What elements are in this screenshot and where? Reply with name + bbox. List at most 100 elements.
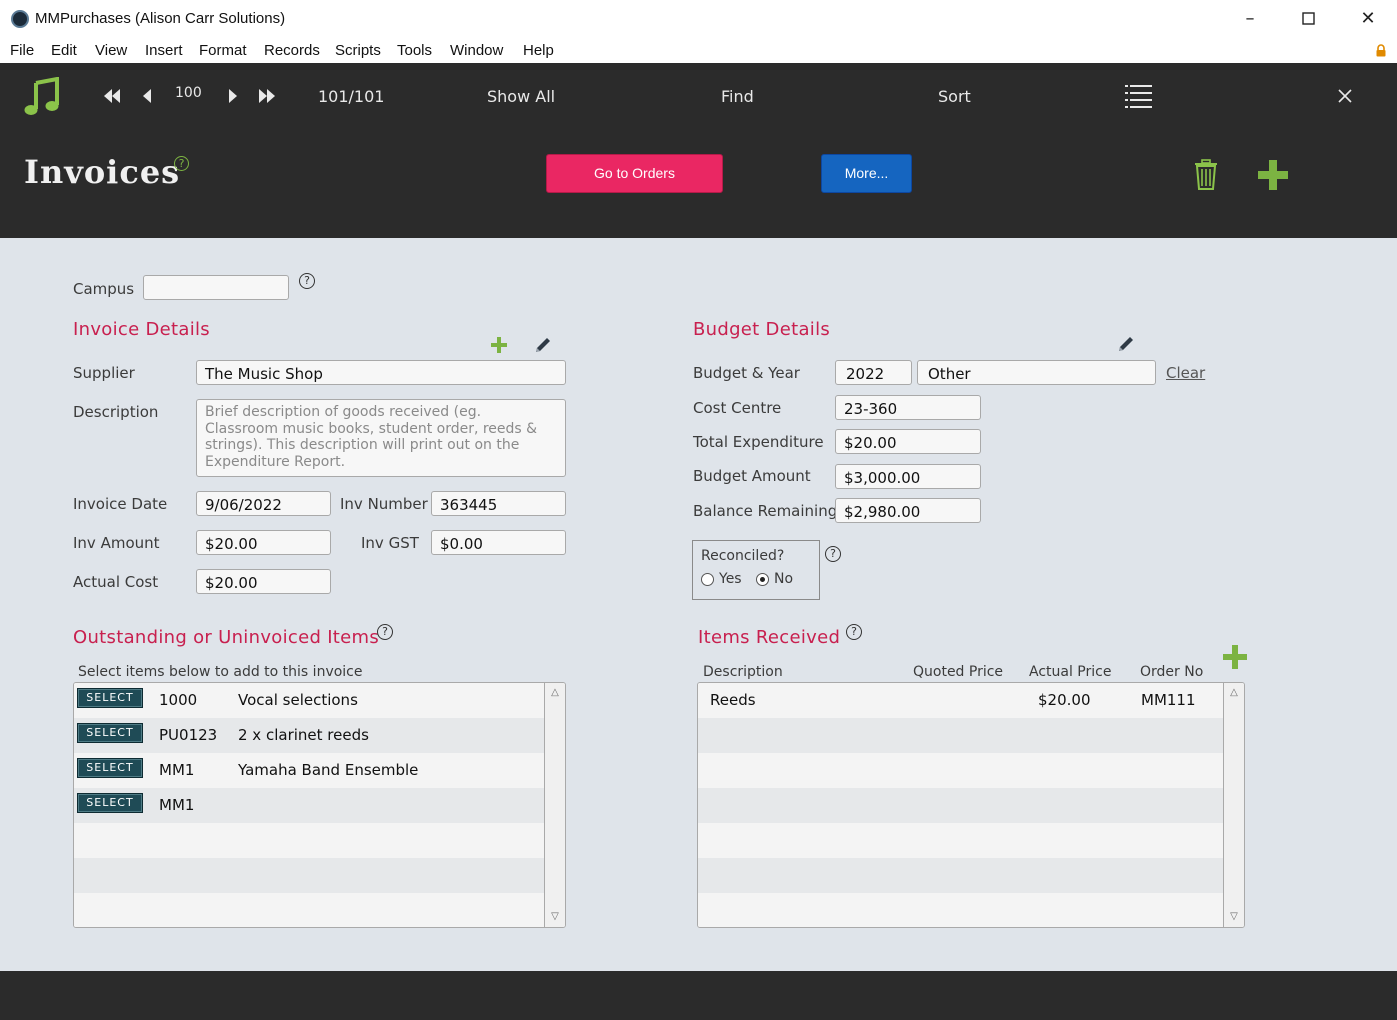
menu-tools[interactable]: Tools — [397, 42, 432, 59]
campus-field[interactable] — [143, 275, 289, 300]
inv-gst-label: Inv GST — [361, 534, 419, 552]
menu-edit[interactable]: Edit — [51, 42, 77, 59]
close-icon[interactable] — [1338, 89, 1352, 103]
empty-row — [698, 788, 1224, 823]
inv-amount-label: Inv Amount — [73, 534, 160, 552]
empty-row — [74, 823, 545, 858]
reconciled-label: Reconciled? — [701, 548, 785, 564]
column-header-order-no: Order No — [1140, 664, 1204, 680]
select-item-button[interactable]: SELECT — [77, 793, 143, 813]
scroll-up-icon[interactable]: △ — [1224, 683, 1244, 703]
item-code: MM1 — [159, 761, 195, 779]
list-item: SELECT MM1 — [74, 788, 545, 823]
empty-row — [698, 858, 1224, 893]
received-description: Reeds — [710, 691, 756, 709]
item-description: 2 x clarinet reeds — [238, 726, 369, 744]
previous-record-icon[interactable] — [142, 89, 152, 103]
reconciled-yes-radio[interactable] — [701, 573, 714, 586]
budget-name-field[interactable]: Other — [917, 360, 1156, 385]
maximize-icon[interactable] — [1294, 6, 1324, 32]
budget-amount-label: Budget Amount — [693, 467, 811, 485]
add-record-icon[interactable] — [1258, 160, 1288, 190]
menu-window[interactable]: Window — [450, 42, 503, 59]
reconciled-help-icon[interactable]: ? — [825, 546, 841, 562]
footer-bar — [0, 971, 1397, 1020]
balance-remaining-field[interactable]: $2,980.00 — [835, 498, 981, 523]
find-button[interactable]: Find — [721, 87, 754, 106]
menu-records[interactable]: Records — [264, 42, 320, 59]
outstanding-heading: Outstanding or Uninvoiced Items — [73, 627, 380, 648]
items-received-scrollbar[interactable]: △ ▽ — [1223, 683, 1244, 927]
page-title: Invoices — [24, 153, 181, 191]
select-item-button[interactable]: SELECT — [77, 688, 143, 708]
inv-amount-field[interactable]: $20.00 — [196, 530, 331, 555]
scroll-up-icon[interactable]: △ — [545, 683, 565, 703]
trash-icon[interactable] — [1194, 159, 1218, 190]
invoice-date-field[interactable]: 9/06/2022 — [196, 491, 331, 516]
item-description: Yamaha Band Ensemble — [238, 761, 419, 779]
supplier-field[interactable]: The Music Shop — [196, 360, 566, 385]
list-item: SELECT PU0123 2 x clarinet reeds — [74, 718, 545, 753]
cost-centre-field[interactable]: 23-360 — [835, 395, 981, 420]
items-received-help-icon[interactable]: ? — [846, 624, 862, 640]
menu-file[interactable]: File — [10, 42, 34, 59]
budget-details-heading: Budget Details — [693, 319, 831, 340]
add-supplier-icon[interactable] — [491, 337, 507, 353]
more-button[interactable]: More... — [821, 154, 912, 193]
empty-row — [698, 893, 1224, 927]
table-row[interactable]: Reeds $20.00 MM111 — [698, 683, 1224, 718]
menu-scripts[interactable]: Scripts — [335, 42, 381, 59]
description-label: Description — [73, 403, 159, 421]
title-help-icon[interactable]: ? — [174, 156, 189, 171]
menu-format[interactable]: Format — [199, 42, 247, 59]
outstanding-subheading: Select items below to add to this invoic… — [78, 664, 363, 680]
app-icon — [11, 10, 29, 28]
outstanding-help-icon[interactable]: ? — [377, 624, 393, 640]
outstanding-scrollbar[interactable]: △ ▽ — [544, 683, 565, 927]
list-item: SELECT 1000 Vocal selections — [74, 683, 545, 718]
actual-cost-field[interactable]: $20.00 — [196, 569, 331, 594]
minimize-icon[interactable]: – — [1235, 6, 1265, 32]
invoice-details-heading: Invoice Details — [73, 319, 210, 340]
record-number[interactable]: 100 — [175, 85, 202, 101]
scroll-down-icon[interactable]: ▽ — [545, 907, 565, 927]
budget-amount-field[interactable]: $3,000.00 — [835, 464, 981, 489]
next-record-icon[interactable] — [228, 89, 238, 103]
window-title: MMPurchases (Alison Carr Solutions) — [35, 10, 286, 27]
scroll-down-icon[interactable]: ▽ — [1224, 907, 1244, 927]
column-header-description: Description — [703, 664, 783, 680]
menu-view[interactable]: View — [95, 42, 127, 59]
toolbar: 100 101/101 Show All Find Sort — [0, 63, 1397, 126]
actual-cost-label: Actual Cost — [73, 573, 159, 591]
select-item-button[interactable]: SELECT — [77, 758, 143, 778]
menu-help[interactable]: Help — [523, 42, 554, 59]
edit-supplier-icon[interactable] — [534, 336, 552, 354]
description-field[interactable]: Brief description of goods received (eg.… — [196, 399, 566, 477]
reconciled-no-radio[interactable] — [756, 573, 769, 586]
empty-row — [698, 823, 1224, 858]
close-window-icon[interactable]: ✕ — [1353, 6, 1383, 32]
inv-number-field[interactable]: 363445 — [431, 491, 566, 516]
inv-gst-field[interactable]: $0.00 — [431, 530, 566, 555]
list-view-icon[interactable] — [1125, 83, 1152, 108]
total-expenditure-field[interactable]: $20.00 — [835, 429, 981, 454]
clear-budget-link[interactable]: Clear — [1166, 364, 1205, 382]
item-code: PU0123 — [159, 726, 218, 744]
campus-help-icon[interactable]: ? — [299, 273, 315, 289]
go-to-orders-button[interactable]: Go to Orders — [546, 154, 723, 193]
budget-year-label: Budget & Year — [693, 364, 800, 382]
column-header-actual-price: Actual Price — [1029, 664, 1112, 680]
first-record-icon[interactable] — [103, 89, 121, 103]
edit-budget-icon[interactable] — [1117, 335, 1135, 353]
menu-insert[interactable]: Insert — [145, 42, 183, 59]
sort-button[interactable]: Sort — [938, 87, 971, 106]
cost-centre-label: Cost Centre — [693, 399, 782, 417]
empty-row — [74, 858, 545, 893]
last-record-icon[interactable] — [258, 89, 276, 103]
budget-year-field[interactable]: 2022 — [835, 360, 912, 385]
add-item-icon[interactable] — [1223, 645, 1247, 669]
received-actual-price: $20.00 — [1038, 691, 1091, 709]
show-all-button[interactable]: Show All — [487, 87, 555, 106]
select-item-button[interactable]: SELECT — [77, 723, 143, 743]
inv-number-label: Inv Number — [340, 495, 428, 513]
